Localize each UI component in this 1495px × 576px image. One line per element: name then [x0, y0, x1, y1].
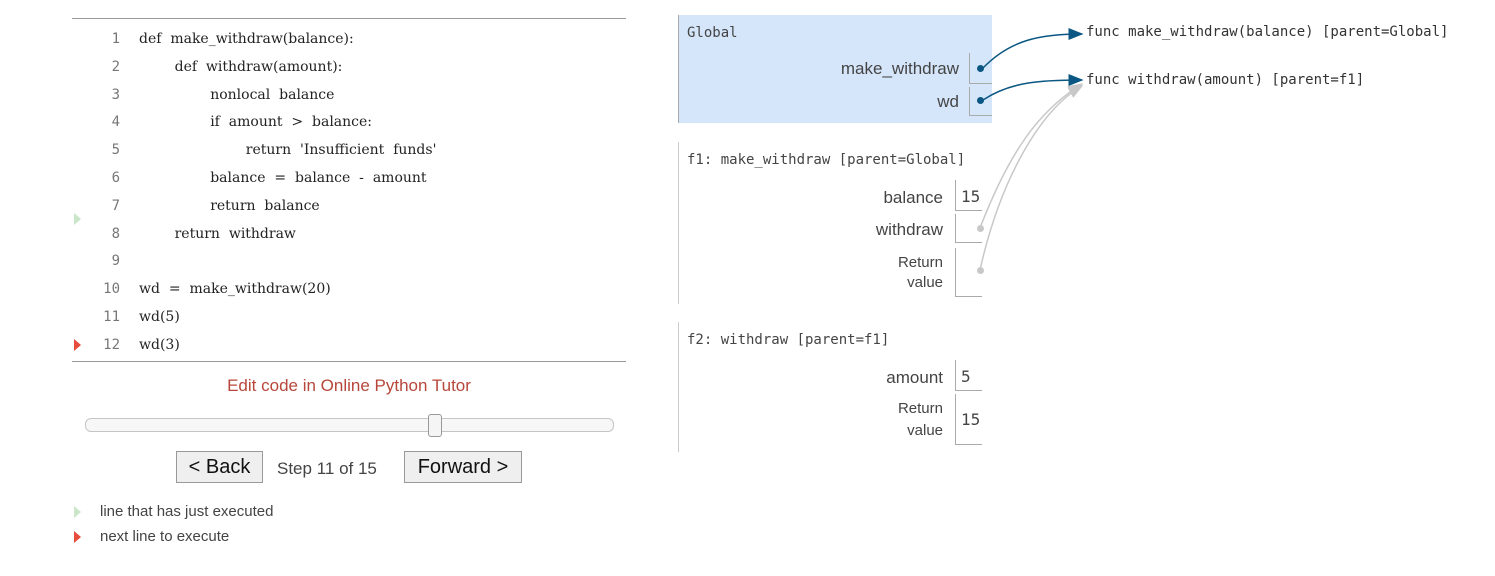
var-make-withdraw: make_withdraw [840, 59, 959, 78]
line-number: 5 [111, 142, 120, 159]
line-number: 6 [111, 170, 120, 186]
next-line-arrow-icon [74, 339, 81, 351]
code-text: def make_withdraw(balance): [139, 31, 354, 47]
pointer-make-withdraw [979, 83, 1084, 229]
code-line: 12 wd(3) [72, 332, 626, 358]
var-balance-value: 15 [961, 187, 981, 206]
code-line: 1 def make_withdraw(balance): [72, 26, 626, 52]
code-line: 6 balance = balance - amount [72, 165, 626, 191]
code-text: nonlocal balance [139, 86, 335, 103]
code-text: wd = make_withdraw(20) [139, 281, 331, 298]
var-balance: balance [883, 188, 943, 207]
code-panel: 1 def make_withdraw(balance): 2 def withdr… [72, 18, 626, 362]
return-label: Return [897, 254, 943, 271]
code-line: 4 if amount > balance: [72, 109, 626, 135]
code-text: wd(5) [139, 309, 180, 325]
pointer-global-wd [982, 74, 1084, 101]
line-number: 3 [111, 86, 120, 103]
f1-frame: f1: make_withdraw [parent=Global] balanc… [678, 142, 992, 304]
func-make-withdraw-object: func make_withdraw(balance) [parent=Glob… [1086, 24, 1449, 40]
code-text: def withdraw(amount): [139, 58, 343, 75]
code-line: 5 return 'Insufficient funds' [72, 137, 626, 163]
return-value: 15 [961, 410, 981, 429]
code-line: 7 return balance [72, 193, 626, 219]
func-withdraw-object: func withdraw(amount) [parent=f1] [1086, 72, 1365, 88]
f2-frame: f2: withdraw [parent=f1] amount 5 Return… [678, 322, 992, 452]
code-line: 8 return withdraw [72, 221, 626, 247]
code-line: 3 nonlocal balance [72, 82, 626, 108]
slider-handle[interactable] [427, 414, 442, 437]
pointer-global-make-withdraw [982, 28, 1084, 69]
prev-line-arrow-icon [74, 213, 81, 225]
var-amount: amount [886, 368, 943, 387]
code-line: 9 [72, 248, 626, 274]
legend-next-line: next line to execute [100, 528, 230, 545]
step-counter: Step 11 of 15 [277, 459, 377, 478]
code-text: return balance [139, 197, 320, 214]
step-slider[interactable] [85, 414, 614, 437]
pointer-dot [977, 225, 984, 232]
f1-frame-title: f1: make_withdraw [parent=Global] [687, 152, 966, 168]
return-label: value [907, 274, 943, 291]
line-number: 9 [111, 253, 120, 270]
pointer-dot [977, 65, 984, 72]
legend-just-executed: line that has just executed [100, 503, 274, 520]
line-number: 1 [111, 31, 120, 47]
pointer-dot [977, 267, 984, 274]
var-withdraw: withdraw [875, 220, 943, 239]
code-text: return 'Insufficient funds' [139, 142, 437, 159]
global-frame-title: Global [687, 25, 738, 41]
return-label: value [907, 422, 943, 439]
pointer-return-value [979, 85, 1084, 271]
line-number: 10 [103, 281, 120, 298]
line-number: 4 [111, 114, 120, 131]
code-line: 11 wd(5) [72, 304, 626, 330]
line-number: 11 [103, 309, 120, 325]
var-amount-value: 5 [961, 367, 971, 386]
pointer-dot [977, 97, 984, 104]
code-text: wd(3) [139, 336, 180, 353]
back-button[interactable]: < Back [176, 451, 263, 483]
global-frame: Global make_withdraw wd [678, 15, 992, 123]
code-text: balance = balance - amount [139, 170, 427, 186]
code-text: return withdraw [139, 225, 296, 242]
line-number: 2 [111, 58, 120, 75]
code-line: 2 def withdraw(amount): [72, 54, 626, 80]
return-label: Return [897, 400, 943, 417]
f2-frame-title: f2: withdraw [parent=f1] [687, 332, 890, 348]
forward-button[interactable]: Forward > [404, 451, 522, 483]
edit-code-link[interactable]: Edit code in Online Python Tutor [72, 376, 626, 396]
code-text: if amount > balance: [139, 114, 372, 131]
var-wd: wd [937, 92, 959, 111]
legend-next-arrow-icon [74, 531, 81, 543]
code-line: 10 wd = make_withdraw(20) [72, 276, 626, 302]
legend-prev-arrow-icon [74, 506, 81, 518]
